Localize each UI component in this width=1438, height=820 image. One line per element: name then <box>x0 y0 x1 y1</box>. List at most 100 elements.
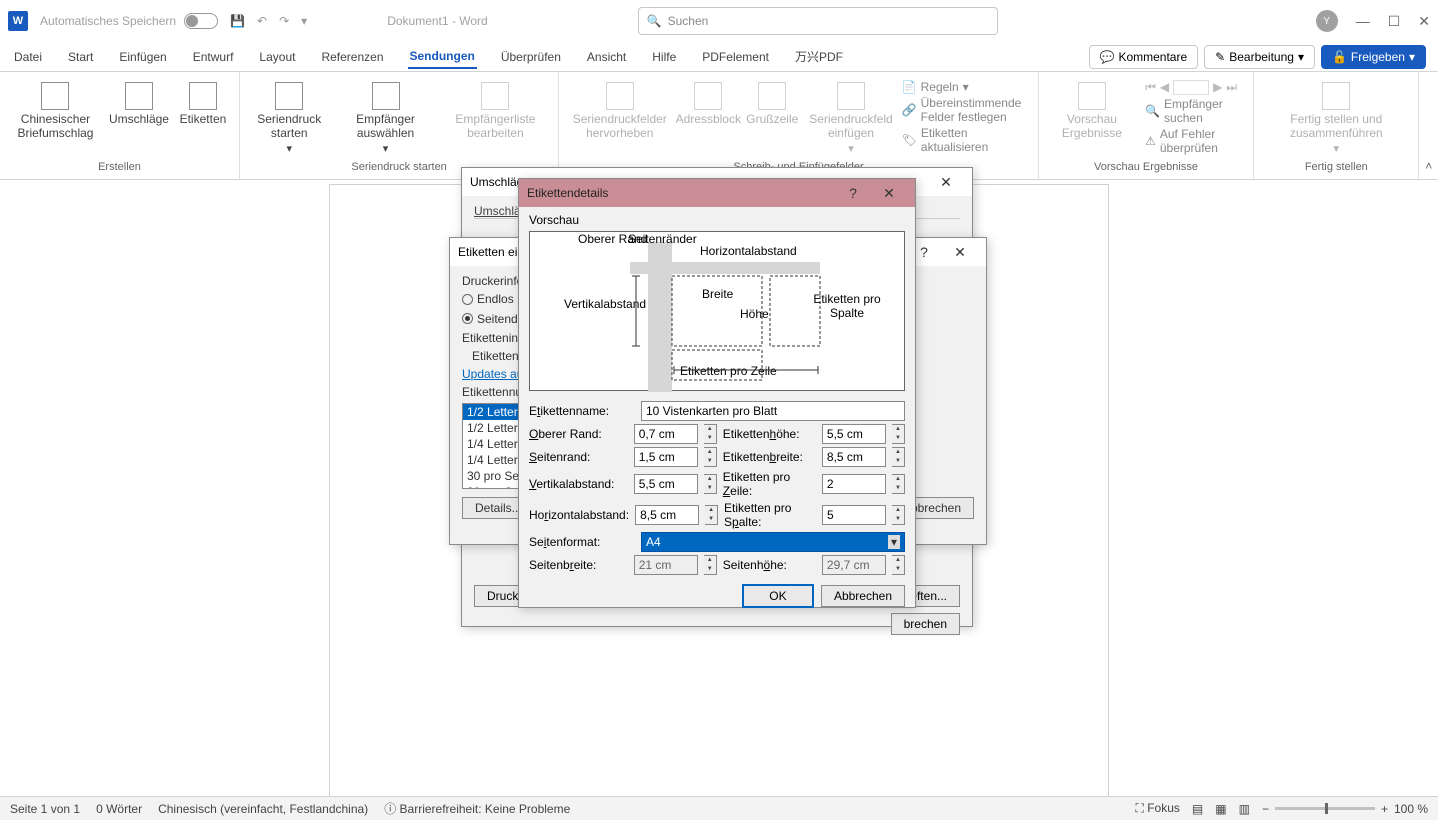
tab-uberprufen[interactable]: Überprüfen <box>499 46 563 68</box>
fokus-button[interactable]: ⛶ Fokus <box>1135 801 1179 816</box>
abbrechen-button[interactable]: Abbrechen <box>821 585 905 607</box>
endlos-radio[interactable]: Endlos <box>462 292 514 306</box>
tab-hilfe[interactable]: Hilfe <box>650 46 678 68</box>
spinner[interactable]: ▲▼ <box>892 474 905 494</box>
tab-layout[interactable]: Layout <box>257 46 297 68</box>
avatar[interactable]: Y <box>1316 10 1338 32</box>
spinner: ▲▼ <box>704 555 717 575</box>
search-icon: 🔍 <box>647 14 662 28</box>
tab-entwurf[interactable]: Entwurf <box>191 46 236 68</box>
updates-link[interactable]: Updates auf <box>462 367 527 381</box>
seitenrand-input[interactable] <box>634 447 698 467</box>
spinner[interactable]: ▲▼ <box>892 424 905 444</box>
felder-hervorheben-button: Seriendruckfelder hervorheben <box>567 80 672 142</box>
group-erstellen: Chinesischer Briefumschlag Umschläge Eti… <box>0 72 240 179</box>
collapse-ribbon-button[interactable]: ˄ <box>1419 72 1438 179</box>
tab-pdfelement[interactable]: PDFelement <box>700 46 771 68</box>
zoom-out-icon[interactable]: − <box>1262 802 1269 816</box>
etikettenhohe-input[interactable] <box>822 424 886 444</box>
tab-datei[interactable]: Datei <box>12 46 44 68</box>
spinner[interactable]: ▲▼ <box>704 424 717 444</box>
etikettenbreite-input[interactable] <box>822 447 886 467</box>
minimize-button[interactable]: — <box>1356 13 1370 29</box>
umschlage-button[interactable]: Umschläge <box>111 80 167 128</box>
prospalte-label: Etiketten pro Spalte: <box>724 501 816 529</box>
spinner[interactable]: ▲▼ <box>892 505 905 525</box>
zoom-in-icon[interactable]: + <box>1381 802 1388 816</box>
search-input[interactable]: 🔍 Suchen <box>638 7 998 35</box>
accessibility-indicator[interactable]: ⓘ Barrierefreiheit: Keine Probleme <box>384 800 570 817</box>
horizontalabstand-input[interactable] <box>635 505 699 525</box>
spinner[interactable]: ▲▼ <box>704 447 717 467</box>
prozeile-label: Etiketten pro Zeile: <box>723 470 816 498</box>
undo-icon[interactable]: ↶ <box>257 14 267 28</box>
tab-wanxing[interactable]: 万兴PDF <box>793 44 845 69</box>
empfanger-auswahlen-button[interactable]: Empfänger auswählen ▾ <box>338 80 432 157</box>
tab-start[interactable]: Start <box>66 46 95 68</box>
autosave-label: Automatisches Speichern <box>40 14 176 28</box>
etiketten-aktualisieren-button: 🏷 Etiketten aktualisieren <box>902 126 1030 154</box>
word-count[interactable]: 0 Wörter <box>96 802 142 816</box>
word-logo-icon: W <box>8 11 28 31</box>
zoom-control[interactable]: − + 100 % <box>1262 802 1428 816</box>
regeln-button: 📄 Regeln ▾ <box>902 80 969 94</box>
felder-festlegen-button: 🔗 Übereinstimmende Felder festlegen <box>902 96 1030 124</box>
edit-list-icon <box>481 82 509 110</box>
close-icon[interactable]: ✕ <box>871 185 907 202</box>
zoom-slider[interactable] <box>1275 807 1375 810</box>
tab-referenzen[interactable]: Referenzen <box>319 46 385 68</box>
spinner: ▲▼ <box>892 555 905 575</box>
prospalte-input[interactable] <box>822 505 886 525</box>
statusbar: Seite 1 von 1 0 Wörter Chinesisch (verei… <box>0 796 1438 820</box>
freigeben-button[interactable]: 🔓 Freigeben ▾ <box>1321 45 1426 69</box>
spinner[interactable]: ▲▼ <box>892 447 905 467</box>
close-icon[interactable]: ✕ <box>942 244 978 261</box>
p-prozeile: Etiketten pro Zeile <box>680 364 777 378</box>
tab-einfugen[interactable]: Einfügen <box>117 46 168 68</box>
view-web-icon[interactable]: ▥ <box>1239 802 1250 816</box>
oberer-rand-input[interactable] <box>634 424 698 444</box>
tab-sendungen[interactable]: Sendungen <box>408 45 477 69</box>
language-indicator[interactable]: Chinesisch (vereinfacht, Festlandchina) <box>158 802 368 816</box>
grusszeile-button: Grußzeile <box>744 80 800 128</box>
autosave-toggle[interactable] <box>184 13 218 29</box>
close-icon[interactable]: ✕ <box>928 174 964 191</box>
vertikalabstand-label: Vertikalabstand: <box>529 477 628 491</box>
vertikalabstand-input[interactable] <box>634 474 698 494</box>
seitenformat-combo[interactable]: A4▾ <box>641 532 905 552</box>
record-nav: ⏮◀▶⏭ <box>1145 80 1237 95</box>
view-print-icon[interactable]: ▦ <box>1215 802 1226 816</box>
bearbeitung-button[interactable]: ✎ Bearbeitung ▾ <box>1204 45 1315 69</box>
qat-more-icon[interactable]: ▾ <box>301 14 307 28</box>
first-icon: ⏮ <box>1145 80 1156 95</box>
redo-icon[interactable]: ↷ <box>279 14 289 28</box>
p-prospalte: Etiketten pro Spalte <box>812 292 882 320</box>
etiketten-button[interactable]: Etiketten <box>175 80 231 128</box>
greeting-icon <box>758 82 786 110</box>
fertig-stellen-button: Fertig stellen und zusammenführen ▾ <box>1262 80 1410 157</box>
help-icon[interactable]: ? <box>835 185 871 201</box>
save-icon[interactable]: 💾 <box>230 14 245 28</box>
ok-button[interactable]: OK <box>743 585 813 607</box>
tab-ansicht[interactable]: Ansicht <box>585 46 628 68</box>
empfanger-suchen-button: 🔍 Empfänger suchen <box>1145 97 1245 125</box>
oberer-rand-label: Oberer Rand: <box>529 427 628 441</box>
spinner[interactable]: ▲▼ <box>705 505 718 525</box>
address-icon <box>694 82 722 110</box>
etikettenname-input[interactable] <box>641 401 905 421</box>
close-button[interactable]: ✕ <box>1418 13 1430 30</box>
view-read-icon[interactable]: ▤ <box>1192 802 1203 816</box>
dialog-title: Etikettendetails <box>527 186 835 200</box>
page-indicator[interactable]: Seite 1 von 1 <box>10 802 80 816</box>
group-fertig: Fertig stellen und zusammenführen ▾ Fert… <box>1254 72 1419 179</box>
brechen-button[interactable]: brechen <box>891 613 960 635</box>
seiten-radio[interactable]: Seitend <box>462 312 518 326</box>
chinesischer-briefumschlag-button[interactable]: Chinesischer Briefumschlag <box>8 80 103 142</box>
maximize-button[interactable]: ☐ <box>1388 13 1401 30</box>
spinner[interactable]: ▲▼ <box>704 474 717 494</box>
dialog-titlebar[interactable]: Etikettendetails ? ✕ <box>519 179 915 207</box>
zoom-level[interactable]: 100 % <box>1394 802 1428 816</box>
kommentare-button[interactable]: 💬 Kommentare <box>1089 45 1199 69</box>
seriendruck-starten-button[interactable]: Seriendruck starten ▾ <box>248 80 331 157</box>
prozeile-input[interactable] <box>822 474 886 494</box>
